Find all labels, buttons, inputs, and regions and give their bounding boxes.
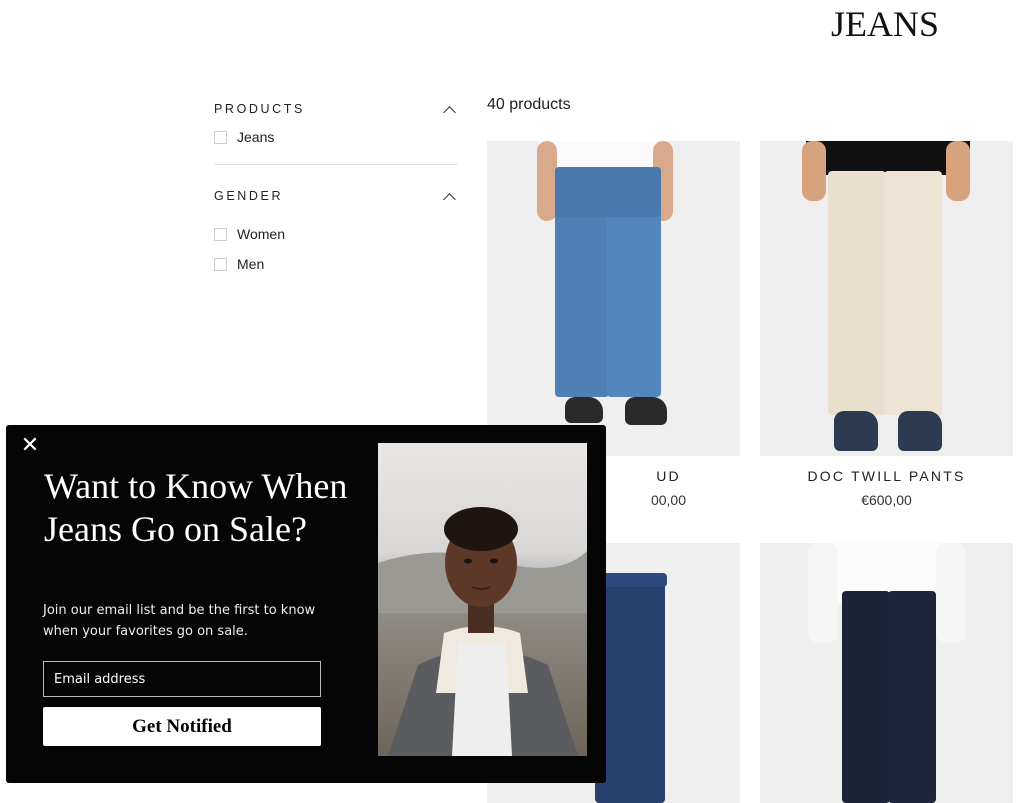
- filter-option-women[interactable]: Women: [214, 219, 458, 249]
- checkbox[interactable]: [214, 257, 227, 271]
- facet-gender-title: GENDER: [214, 189, 284, 203]
- model-portrait-image: [378, 443, 587, 756]
- filter-option-label: Jeans: [237, 129, 275, 145]
- close-icon[interactable]: ✕: [20, 434, 40, 456]
- filter-option-men[interactable]: Men: [214, 249, 458, 279]
- popup-subtext: Join our email list and be the first to …: [43, 603, 316, 639]
- filter-option-label: Men: [237, 256, 265, 272]
- product-image[interactable]: [760, 141, 1013, 456]
- product-card[interactable]: [760, 543, 1013, 803]
- popup-heading: Want to Know When Jeans Go on Sale?: [44, 466, 348, 549]
- email-field[interactable]: [43, 661, 321, 697]
- filter-sidebar: PRODUCTS Jeans GENDER Women Men: [214, 96, 458, 279]
- divider: [214, 164, 458, 165]
- newsletter-popup: ✕ Want to Know When Jeans Go on Sale? Jo…: [6, 425, 606, 783]
- chevron-up-icon[interactable]: [443, 105, 456, 119]
- chevron-up-icon[interactable]: [443, 192, 456, 206]
- product-card[interactable]: DOC TWILL PANTS €600,00: [760, 141, 1013, 508]
- filter-option-jeans[interactable]: Jeans: [214, 122, 458, 152]
- get-notified-button[interactable]: Get Notified: [43, 707, 321, 746]
- portrait-illustration: [378, 507, 587, 756]
- product-image[interactable]: [760, 543, 1013, 803]
- page-title: JEANS: [830, 4, 940, 44]
- product-image[interactable]: [487, 141, 740, 456]
- facet-products-header[interactable]: PRODUCTS: [214, 96, 458, 122]
- product-price: €600,00: [861, 492, 912, 508]
- product-count: 40 products: [487, 96, 571, 113]
- facet-products-title: PRODUCTS: [214, 102, 305, 116]
- checkbox[interactable]: [214, 130, 227, 144]
- checkbox[interactable]: [214, 227, 227, 241]
- product-name[interactable]: DOC TWILL PANTS: [760, 468, 1013, 484]
- facet-gender-header[interactable]: GENDER: [214, 183, 458, 209]
- filter-option-label: Women: [237, 226, 285, 242]
- facet-products-list: Jeans: [214, 122, 458, 152]
- facet-gender-list: Women Men: [214, 219, 458, 279]
